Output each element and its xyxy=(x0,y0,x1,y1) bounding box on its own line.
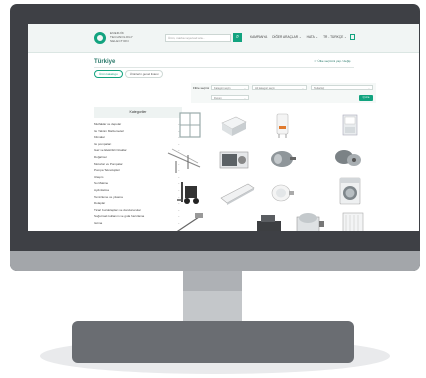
chevron-down-icon: ⌄ xyxy=(243,97,246,100)
category-select-value: Kategori seçin xyxy=(214,87,231,90)
monitor-stand-shadow xyxy=(183,271,242,291)
brand-line3: SELECTION xyxy=(110,39,129,43)
monitor-chin xyxy=(10,251,420,271)
sidebar-category-label: Motorlar ve Pompalar xyxy=(94,161,123,166)
catalog-tabs: Ürün katalogu Ürünlerin genel listesi xyxy=(94,70,164,78)
boiler-product[interactable] xyxy=(263,109,301,141)
brand-name: ENERJİK TECHNOLOGY SELECTION xyxy=(110,31,150,43)
search-input[interactable]: Ürün, marka veya kod ara... xyxy=(165,34,231,42)
sidebar-category-label: Isıtma xyxy=(94,220,103,225)
tab-general-list[interactable]: Ürünlerin genel listesi xyxy=(124,70,164,78)
sidebar-category-item[interactable]: Klimalar ⌄ xyxy=(94,134,182,141)
search-icon: ⌕ xyxy=(235,34,240,40)
sidebar-category-label: Ticari buzdolapları ve dondurucular xyxy=(94,207,141,212)
insulation-box-product[interactable] xyxy=(214,109,252,141)
nav-link-help[interactable]: HATA ⌄ xyxy=(307,35,318,39)
chevron-down-icon: ⌄ xyxy=(301,87,304,90)
sidebar-category-item[interactable]: Temizleme ve yıkama ⌄ xyxy=(94,194,182,201)
sidebar-category-label: Isı Yalıtım Malzemeleri xyxy=(94,128,125,133)
title-divider xyxy=(94,67,354,68)
search-button[interactable]: ⌕ xyxy=(233,33,242,42)
ac-outdoor-unit-product[interactable] xyxy=(215,143,253,175)
filter-search-button[interactable]: Q Ara xyxy=(359,95,373,101)
sidebar-category-label: Soğutmalı kullanım ve gıda hazırlama xyxy=(94,214,145,219)
sidebar-category-label: Su Makine xyxy=(94,181,109,186)
sidebar-heading: Kategoriler xyxy=(94,107,182,118)
forklift-product[interactable] xyxy=(171,176,209,208)
nav-link-tools[interactable]: DİĞER ARAÇLAR ⌄ xyxy=(272,35,301,39)
sidebar-category-label: Mutfaklar ve depolar xyxy=(94,122,122,126)
sidebar-category-label: Pompa Teknolojileri xyxy=(94,168,120,173)
subcategory-select-value: Alt kategori seçin xyxy=(255,87,275,90)
status-select[interactable]: Durum ⌄ xyxy=(211,95,249,100)
chevron-down-icon: ⌄ xyxy=(243,87,246,90)
sidebar-category-label: Ulaşım xyxy=(94,174,104,179)
gear-motor-product[interactable] xyxy=(328,142,366,174)
sewing-machine-product[interactable] xyxy=(251,207,289,231)
sidebar-category-label: Klimalar xyxy=(94,135,105,140)
sidebar-category-item[interactable]: Su Makine ⌄ xyxy=(94,180,182,187)
sidebar-category-item[interactable]: Mutfaklar ve depolar ⌄ xyxy=(94,121,182,128)
supplier-select-value: Tedarikçi xyxy=(314,87,325,90)
page-title: Türkiye xyxy=(94,59,116,65)
sidebar-category-item[interactable]: Aydınlatma ⌄ xyxy=(94,187,182,194)
sidebar-category-label: Isı pompaları xyxy=(94,141,112,146)
language-selector[interactable]: TR - TÜRKÇE ⌄ xyxy=(323,35,347,39)
ac-indoor-unit-product[interactable] xyxy=(218,178,256,210)
nav-link-campaign[interactable]: KAMPANYA xyxy=(250,35,267,39)
sidebar-category-label: Dolaplar xyxy=(94,201,106,206)
country-change-link[interactable]: ☆ Ülke seçimini yap / değiş xyxy=(314,59,351,63)
sidebar-category-item[interactable]: Dolaplar ⌄ xyxy=(94,200,182,207)
fridge-product[interactable] xyxy=(334,207,372,231)
motor-product[interactable] xyxy=(263,142,301,174)
tab-product-catalog[interactable]: Ürün katalogu xyxy=(94,70,123,78)
street-lamp-product[interactable] xyxy=(169,207,207,231)
sidebar-category-label: Temizleme ve yıkama xyxy=(94,194,123,199)
monitor-stand-base xyxy=(72,321,354,363)
status-select-value: Durum xyxy=(214,97,222,100)
monitor-screen: ENERJİK TECHNOLOGY SELECTION Ürün, marka… xyxy=(28,24,419,231)
category-select[interactable]: Kategori seçin ⌄ xyxy=(211,85,249,90)
filter-label: Filtre seçimi xyxy=(193,86,210,90)
document-icon[interactable] xyxy=(350,34,355,40)
subcategory-select[interactable]: Alt kategori seçin ⌄ xyxy=(252,85,307,90)
top-navbar: ENERJİK TECHNOLOGY SELECTION Ürün, marka… xyxy=(28,24,419,53)
sidebar-category-item[interactable]: Isı Yalıtım Malzemeleri ⌄ xyxy=(94,128,182,135)
washing-machine-product[interactable] xyxy=(331,174,369,206)
cable-tray-product[interactable] xyxy=(164,143,202,175)
sidebar-category-label: Aydınlatma xyxy=(94,187,109,192)
sidebar-category-label: Doğalmur xyxy=(94,154,108,159)
brand-logo-icon[interactable] xyxy=(94,32,106,44)
window-product[interactable] xyxy=(171,109,209,141)
led-lamp-product[interactable] xyxy=(263,176,301,208)
sidebar-category-label: Gaz ve Elektrikli Ocaklar xyxy=(94,148,127,153)
nav-links: KAMPANYA DİĞER ARAÇLAR ⌄ HATA ⌄ TR - TÜR… xyxy=(250,35,347,39)
heat-pump-product[interactable] xyxy=(330,109,368,141)
chevron-down-icon: ⌄ xyxy=(367,87,370,90)
radiator-product[interactable] xyxy=(291,207,329,231)
supplier-select[interactable]: Tedarikçi ⌄ xyxy=(311,85,373,90)
